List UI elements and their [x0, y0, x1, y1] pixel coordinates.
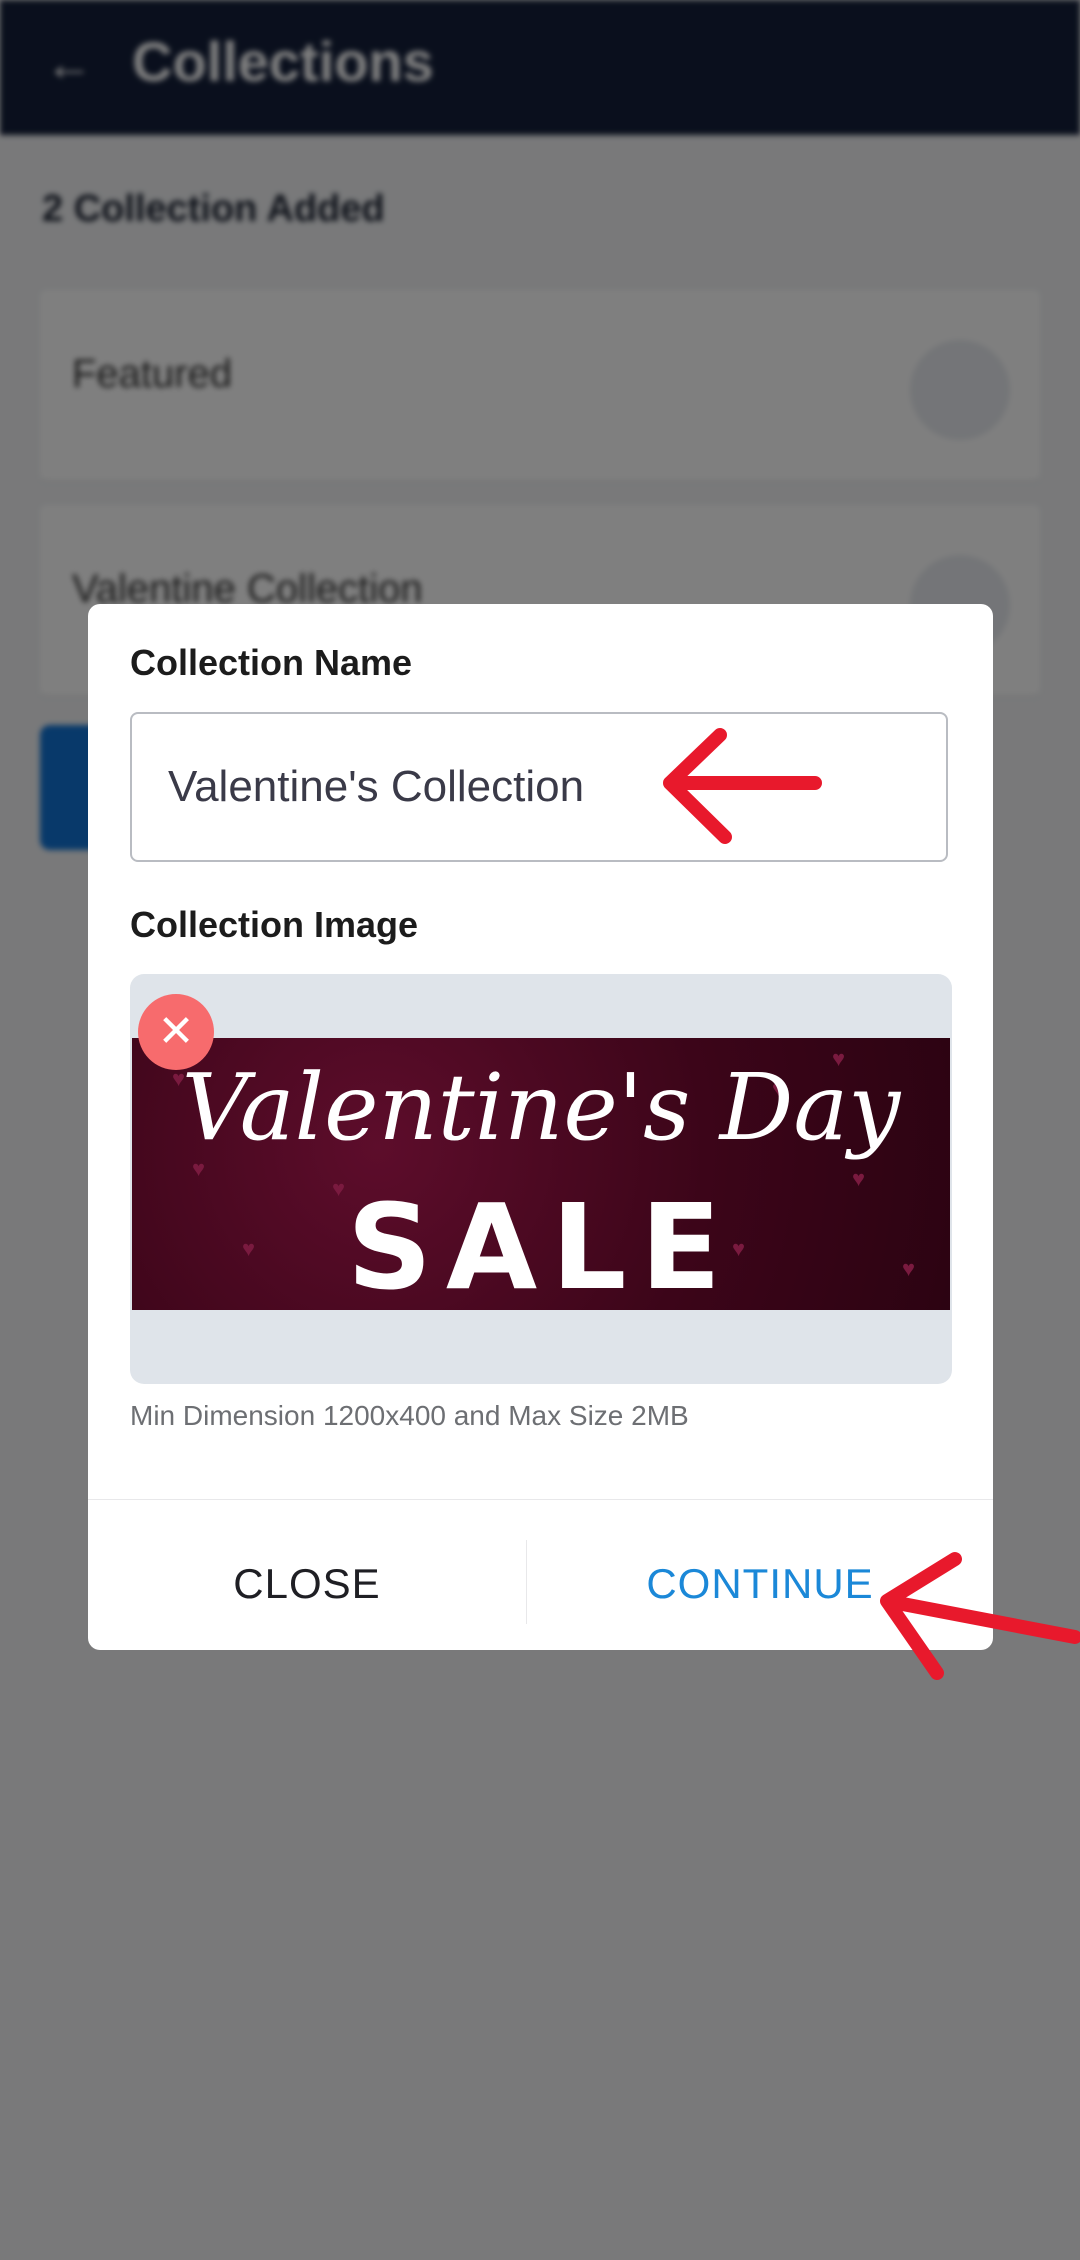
collection-image-preview[interactable]: ♥ ♥ ♥ ♥ ♥ ♥ ♥ ♥ ♥ Valentine's Day SALE: [130, 974, 952, 1384]
collection-image-label: Collection Image: [130, 904, 419, 945]
banner-title: Valentine's Day: [181, 1054, 901, 1161]
continue-button[interactable]: CONTINUE: [527, 1544, 993, 1624]
add-collection-dialog: Collection Name Valentine's Collection C…: [88, 604, 993, 1650]
valentine-banner-image: ♥ ♥ ♥ ♥ ♥ ♥ ♥ ♥ ♥ Valentine's Day SALE: [132, 1038, 950, 1310]
collection-name-input[interactable]: Valentine's Collection: [130, 712, 948, 862]
remove-image-icon[interactable]: ✕: [138, 994, 214, 1070]
close-button[interactable]: CLOSE: [88, 1544, 526, 1624]
collection-name-label: Collection Name: [130, 642, 413, 683]
image-requirements-hint: Min Dimension 1200x400 and Max Size 2MB: [130, 1400, 689, 1431]
footer-divider: [88, 1499, 993, 1500]
banner-subtitle: SALE: [346, 1178, 736, 1310]
